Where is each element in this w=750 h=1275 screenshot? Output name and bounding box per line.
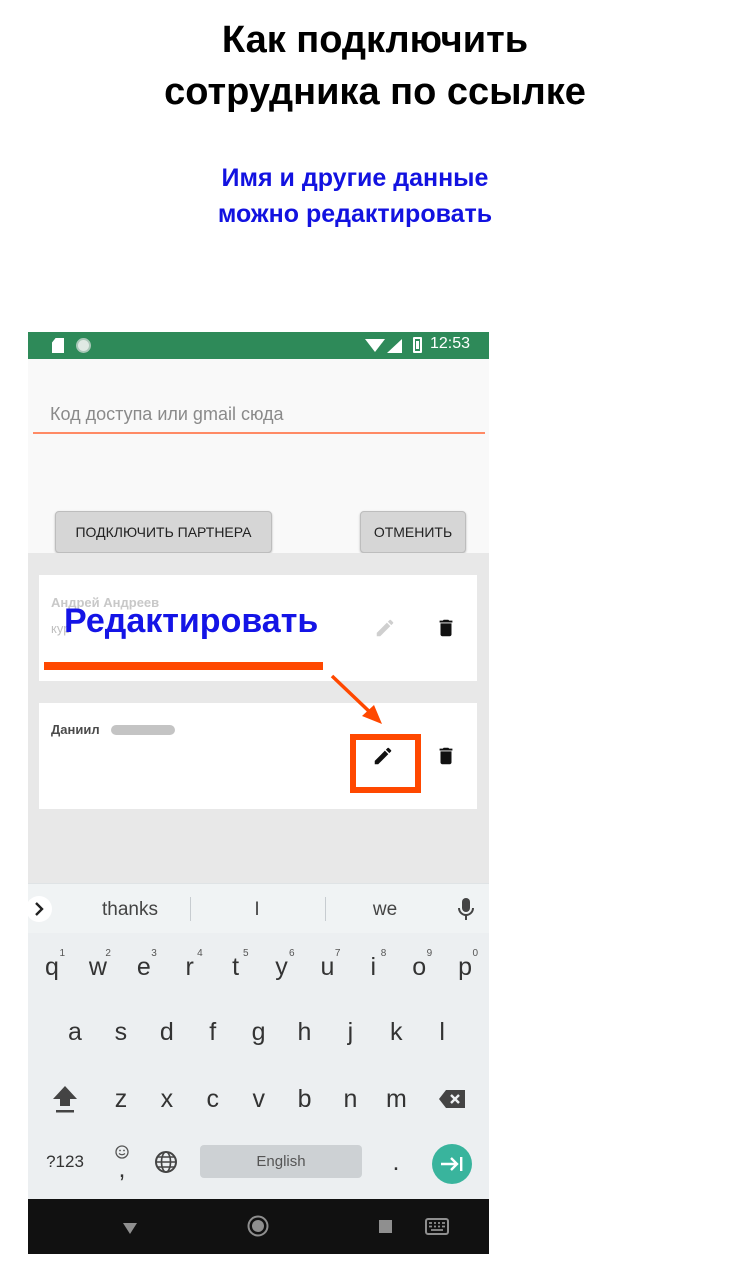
- key-hint-digit: 5: [243, 948, 249, 959]
- status-bar: 12:53: [28, 332, 489, 359]
- key-hint-digit: 3: [151, 948, 157, 959]
- key-t[interactable]: t5: [213, 942, 259, 992]
- wifi-icon: [365, 339, 385, 352]
- edit-icon[interactable]: [372, 615, 398, 641]
- key-j[interactable]: j: [327, 1007, 373, 1057]
- key-f[interactable]: f: [190, 1007, 236, 1057]
- page-title-line-2: сотрудника по ссылке: [164, 71, 586, 113]
- key-hint-digit: 6: [288, 948, 295, 959]
- key-label: q: [45, 952, 59, 981]
- key-e[interactable]: e3: [121, 942, 167, 992]
- partner-name: Даниил: [51, 722, 100, 737]
- key-p[interactable]: p0: [442, 942, 488, 992]
- key-m[interactable]: m: [373, 1074, 419, 1124]
- key-label: o: [412, 952, 427, 981]
- suggestion-word[interactable]: we: [325, 899, 445, 921]
- key-c[interactable]: c: [190, 1074, 236, 1124]
- notification-dot-icon: [76, 338, 91, 353]
- suggestion-strip: thanks I we: [28, 883, 489, 933]
- phone-screen: 12:53 ПОДКЛЮЧИТЬ ПАРТНЕРА ОТМЕНИТЬ Андре…: [28, 332, 489, 1254]
- access-code-input[interactable]: [33, 397, 485, 434]
- battery-icon: [413, 337, 422, 353]
- key-hint-digit: 9: [426, 948, 433, 959]
- shift-key[interactable]: [42, 1074, 88, 1124]
- key-hint-digit: 0: [472, 948, 479, 959]
- backspace-key[interactable]: [429, 1074, 475, 1124]
- key-label: y: [275, 952, 288, 981]
- key-label: i: [370, 952, 377, 981]
- blurred-surname: [111, 725, 175, 735]
- page-title-line-1: Как подключить: [221, 19, 529, 61]
- key-label: t: [232, 952, 240, 981]
- home-icon[interactable]: [247, 1215, 269, 1241]
- key-k[interactable]: k: [373, 1007, 419, 1057]
- key-l[interactable]: l: [419, 1007, 465, 1057]
- key-r[interactable]: r4: [167, 942, 213, 992]
- sd-card-icon: [52, 338, 64, 353]
- space-key[interactable]: English: [200, 1145, 362, 1178]
- key-z[interactable]: z: [98, 1074, 144, 1124]
- key-hint-digit: 2: [105, 948, 111, 959]
- key-o[interactable]: o9: [396, 942, 442, 992]
- key-hint-digit: 1: [59, 948, 65, 959]
- annotation-underline: [44, 662, 323, 670]
- delete-icon[interactable]: [433, 615, 459, 641]
- key-i[interactable]: i8: [350, 942, 396, 992]
- key-a[interactable]: a: [52, 1007, 98, 1057]
- recents-icon[interactable]: [379, 1220, 392, 1233]
- key-y[interactable]: y6: [259, 942, 305, 992]
- delete-icon[interactable]: [433, 743, 459, 769]
- signal-icon: [387, 339, 402, 353]
- key-g[interactable]: g: [236, 1007, 282, 1057]
- key-u[interactable]: u7: [304, 942, 350, 992]
- key-label: w: [88, 952, 107, 981]
- keyboard: q1w2e3r4t5y6u7i8o9p0 asdfghjkl zxcvbnm ?…: [28, 933, 489, 1199]
- suggestion-word[interactable]: I: [197, 899, 317, 921]
- connect-form: ПОДКЛЮЧИТЬ ПАРТНЕРА ОТМЕНИТЬ: [28, 359, 489, 553]
- suggestion-word[interactable]: thanks: [70, 899, 190, 921]
- key-x[interactable]: x: [144, 1074, 190, 1124]
- enter-key[interactable]: [432, 1144, 472, 1184]
- symbols-key[interactable]: ?123: [40, 1137, 90, 1187]
- back-icon[interactable]: [122, 1220, 138, 1239]
- period-key[interactable]: .: [374, 1137, 418, 1187]
- page-subtitle-line-2: можно редактировать: [217, 200, 493, 228]
- navigation-bar: [28, 1199, 489, 1254]
- key-label: e: [136, 952, 151, 981]
- key-label: p: [458, 952, 473, 981]
- chevron-right-icon[interactable]: [28, 896, 52, 922]
- microphone-icon[interactable]: [458, 897, 474, 923]
- globe-icon[interactable]: [144, 1137, 188, 1187]
- key-hint-digit: 4: [197, 948, 203, 959]
- key-label: r: [185, 952, 194, 981]
- key-label: u: [320, 952, 335, 981]
- edit-highlight-box: [350, 734, 421, 793]
- key-s[interactable]: s: [98, 1007, 144, 1057]
- key-d[interactable]: d: [144, 1007, 190, 1057]
- key-b[interactable]: b: [282, 1074, 328, 1124]
- connect-partner-button[interactable]: ПОДКЛЮЧИТЬ ПАРТНЕРА: [55, 511, 272, 553]
- page-title: Как подключить сотрудника по ссылке: [0, 14, 750, 118]
- key-v[interactable]: v: [236, 1074, 282, 1124]
- key-q[interactable]: q1: [29, 942, 75, 992]
- keyboard-icon[interactable]: [425, 1218, 449, 1239]
- edit-annotation-label: Редактировать: [64, 602, 319, 640]
- key-w[interactable]: w2: [75, 942, 121, 992]
- suggestion-divider: [190, 897, 191, 921]
- cancel-button[interactable]: ОТМЕНИТЬ: [360, 511, 466, 553]
- page-subtitle: Имя и другие данные можно редактировать: [0, 160, 710, 232]
- key-h[interactable]: h: [282, 1007, 328, 1057]
- key-hint-digit: 8: [380, 948, 387, 959]
- status-time: 12:53: [430, 335, 471, 352]
- emoji-comma-key[interactable]: ,: [100, 1137, 144, 1187]
- key-n[interactable]: n: [328, 1074, 374, 1124]
- page-subtitle-line-1: Имя и другие данные: [221, 164, 489, 192]
- key-hint-digit: 7: [334, 948, 341, 959]
